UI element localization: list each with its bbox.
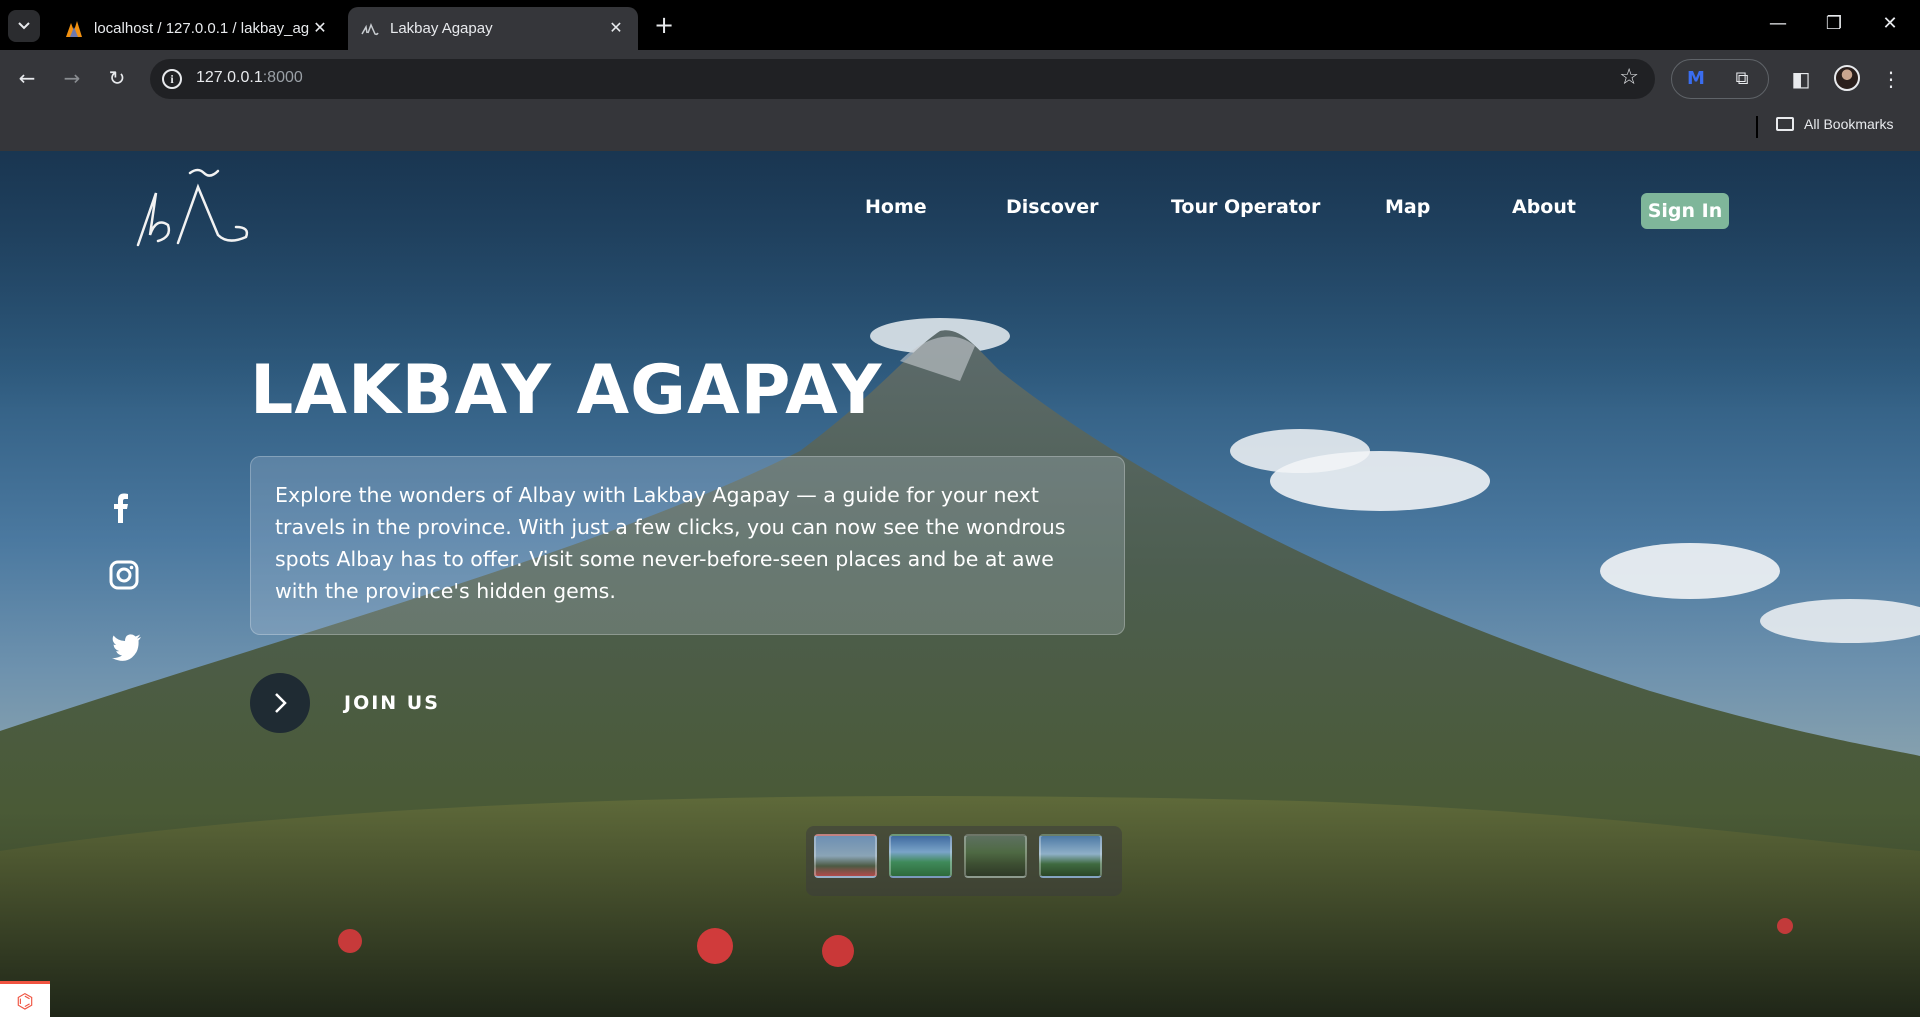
- hero-description-card: Explore the wonders of Albay with Lakbay…: [250, 456, 1125, 635]
- tab-lakbay-agapay[interactable]: Lakbay Agapay ✕: [348, 7, 638, 50]
- hero-description: Explore the wonders of Albay with Lakbay…: [275, 483, 1066, 603]
- forward-icon[interactable]: →: [55, 61, 89, 95]
- thumbnail-valley[interactable]: [964, 834, 1027, 878]
- tab-title: localhost / 127.0.0.1 / lakbay_ag: [94, 20, 310, 37]
- nav-home[interactable]: Home: [865, 196, 927, 218]
- thumbnail-volcano-view[interactable]: [1039, 834, 1102, 878]
- join-us-link[interactable]: JOIN US: [344, 692, 440, 714]
- reload-icon[interactable]: ↻: [100, 61, 134, 95]
- carousel-thumbnails: [806, 826, 1122, 896]
- close-window-icon[interactable]: ✕: [1870, 8, 1910, 40]
- hero-title: LAKBAY AGAPAY: [250, 351, 883, 430]
- laravel-debugbar-icon[interactable]: ⌬: [0, 981, 50, 1017]
- sign-in-button[interactable]: Sign In: [1641, 193, 1729, 229]
- close-tab-icon[interactable]: ✕: [310, 19, 330, 39]
- new-tab-button[interactable]: +: [650, 11, 678, 39]
- close-tab-icon[interactable]: ✕: [606, 19, 626, 39]
- folder-icon: [1776, 117, 1794, 131]
- twitter-icon[interactable]: [110, 629, 144, 663]
- thumbnail-mayon[interactable]: [814, 834, 877, 878]
- join-us-arrow-button[interactable]: [250, 673, 310, 733]
- instagram-icon[interactable]: [108, 559, 142, 593]
- tab-title: Lakbay Agapay: [390, 20, 493, 37]
- chevron-down-icon: [18, 22, 30, 30]
- all-bookmarks-label: All Bookmarks: [1804, 116, 1894, 132]
- nav-tour-operator[interactable]: Tour Operator: [1171, 196, 1320, 218]
- side-panel-icon[interactable]: ◧: [1788, 66, 1814, 92]
- minimize-icon[interactable]: —: [1758, 8, 1798, 40]
- menu-kebab-icon[interactable]: ⋮: [1878, 66, 1904, 92]
- back-icon[interactable]: ←: [10, 61, 44, 95]
- bookmark-star-icon[interactable]: ☆: [1619, 65, 1639, 90]
- extension-m-icon[interactable]: M: [1684, 67, 1708, 91]
- all-bookmarks-button[interactable]: All Bookmarks: [1776, 116, 1893, 132]
- bookmarks-bar: All Bookmarks: [0, 107, 1920, 151]
- extensions-puzzle-icon[interactable]: ⧉: [1730, 67, 1754, 91]
- restore-icon[interactable]: ❐: [1814, 8, 1854, 40]
- nav-discover[interactable]: Discover: [1006, 196, 1099, 218]
- nav-map[interactable]: Map: [1385, 196, 1430, 218]
- thumbnail-hills[interactable]: [889, 834, 952, 878]
- bookmarks-separator: [1756, 116, 1758, 138]
- facebook-icon[interactable]: [104, 491, 138, 525]
- hero-section: Home Discover Tour Operator Map About Si…: [0, 151, 1920, 1017]
- nav-about[interactable]: About: [1512, 196, 1576, 218]
- address-bar[interactable]: i 127.0.0.1:8000 ☆: [150, 59, 1655, 99]
- profile-avatar[interactable]: [1834, 65, 1860, 91]
- browser-tab-bar: localhost / 127.0.0.1 / lakbay_ag ✕ Lakb…: [0, 0, 1920, 50]
- tab-phpmyadmin[interactable]: localhost / 127.0.0.1 / lakbay_ag ✕: [52, 7, 342, 50]
- extensions-group: M ⧉: [1671, 59, 1769, 99]
- url-text: 127.0.0.1:8000: [196, 69, 303, 86]
- lakbay-favicon-icon: [361, 22, 379, 35]
- site-info-icon[interactable]: i: [162, 69, 182, 89]
- tab-search-button[interactable]: [8, 10, 40, 42]
- browser-toolbar: ← → ↻ i 127.0.0.1:8000 ☆ M ⧉ ◧ ⋮: [0, 50, 1920, 107]
- chevron-right-icon: [275, 693, 287, 713]
- site-logo: [136, 168, 249, 247]
- phpmyadmin-favicon-icon: [66, 20, 82, 37]
